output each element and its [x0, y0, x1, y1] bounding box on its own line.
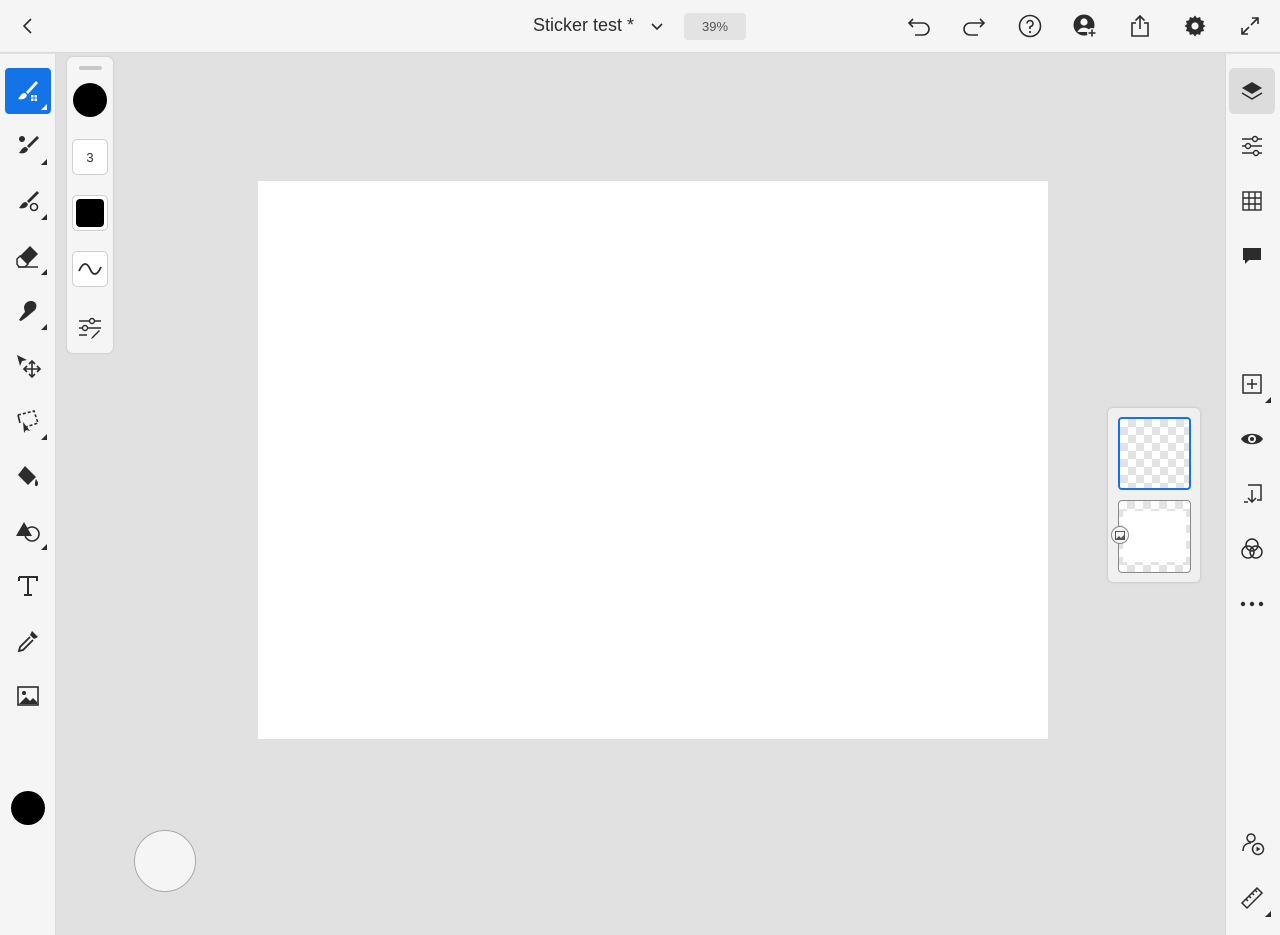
eyedropper-tool[interactable] [5, 618, 51, 664]
ruler-button[interactable] [1229, 875, 1275, 921]
paint-bucket-icon [18, 466, 39, 487]
eyedropper-icon [17, 631, 38, 653]
brush-settings-icon [79, 317, 101, 339]
brush-properties-panel: 3 [67, 57, 113, 353]
image-layer-icon [1111, 526, 1129, 544]
undo-icon[interactable] [905, 12, 933, 40]
layers-panel [1108, 408, 1200, 582]
merge-down-icon [1244, 484, 1262, 504]
brush-smoothing-button[interactable] [72, 251, 108, 287]
grid-icon [1242, 191, 1262, 211]
help-icon[interactable] [1016, 12, 1044, 40]
shapes-tool[interactable] [5, 508, 51, 554]
ruler-icon [1240, 886, 1264, 910]
blend-mode-icon [1241, 538, 1263, 559]
grid-button[interactable] [1229, 178, 1275, 224]
invite-icon[interactable] [1071, 12, 1099, 40]
shapes-icon [16, 522, 40, 542]
back-icon[interactable] [14, 12, 42, 40]
image-icon [17, 686, 39, 706]
layer-properties-icon [1242, 135, 1262, 157]
text-tool[interactable] [5, 563, 51, 609]
current-color-swatch[interactable] [11, 791, 45, 825]
top-bar: Sticker test * 39% [0, 0, 1280, 53]
layer-properties-button[interactable] [1229, 123, 1275, 169]
transform-icon [17, 355, 42, 379]
more-options-button[interactable] [1229, 581, 1275, 627]
settings-icon[interactable] [1181, 12, 1209, 40]
pixel-brush-icon [18, 81, 38, 101]
layer-fill [1123, 511, 1186, 562]
fill-tool[interactable] [5, 453, 51, 499]
vector-brush-icon [19, 191, 39, 212]
pixel-brush-tool[interactable] [5, 68, 51, 114]
drag-handle[interactable] [79, 66, 102, 70]
live-brush-icon [19, 136, 39, 154]
right-sidebar [1225, 54, 1280, 935]
layer-thumbnail-2[interactable] [1118, 500, 1191, 573]
eraser-tool[interactable] [5, 233, 51, 279]
merge-down-button[interactable] [1229, 471, 1275, 517]
chevron-down-icon[interactable] [643, 12, 671, 40]
add-layer-button[interactable] [1229, 361, 1275, 407]
wave-icon [78, 263, 102, 275]
brush-size-field[interactable]: 3 [72, 139, 108, 175]
smudge-icon [19, 301, 37, 321]
touch-shortcut-button[interactable] [134, 830, 196, 892]
livestream-button[interactable] [1229, 820, 1275, 866]
visibility-button[interactable] [1229, 416, 1275, 462]
more-icon [1240, 601, 1264, 607]
vector-brush-tool[interactable] [5, 178, 51, 224]
eraser-icon [16, 246, 38, 268]
livestream-icon [1242, 833, 1265, 856]
layer-thumbnail-1[interactable] [1118, 417, 1191, 490]
text-icon [18, 576, 38, 596]
layers-icon [1241, 82, 1263, 100]
smudge-tool[interactable] [5, 288, 51, 334]
selection-tool[interactable] [5, 398, 51, 444]
redo-icon[interactable] [960, 12, 988, 40]
image-tool[interactable] [5, 673, 51, 719]
brush-settings-button[interactable] [76, 314, 104, 342]
share-icon[interactable] [1126, 12, 1154, 40]
document-canvas[interactable] [258, 181, 1048, 739]
comments-button[interactable] [1229, 233, 1275, 279]
blend-mode-button[interactable] [1229, 526, 1275, 572]
layers-button[interactable] [1229, 68, 1275, 114]
fullscreen-icon[interactable] [1236, 12, 1264, 40]
visibility-icon [1241, 433, 1263, 445]
document-title[interactable]: Sticker test * [533, 15, 634, 36]
transform-tool[interactable] [5, 343, 51, 389]
live-brush-tool[interactable] [5, 123, 51, 169]
add-layer-icon [1242, 374, 1262, 394]
brush-color-swatch[interactable] [73, 83, 107, 117]
comments-icon [1243, 248, 1261, 264]
zoom-level[interactable]: 39% [684, 13, 746, 40]
lasso-icon [17, 410, 40, 433]
tools-sidebar [0, 54, 56, 935]
flow-preview [76, 199, 104, 227]
brush-flow-button[interactable] [72, 195, 108, 231]
